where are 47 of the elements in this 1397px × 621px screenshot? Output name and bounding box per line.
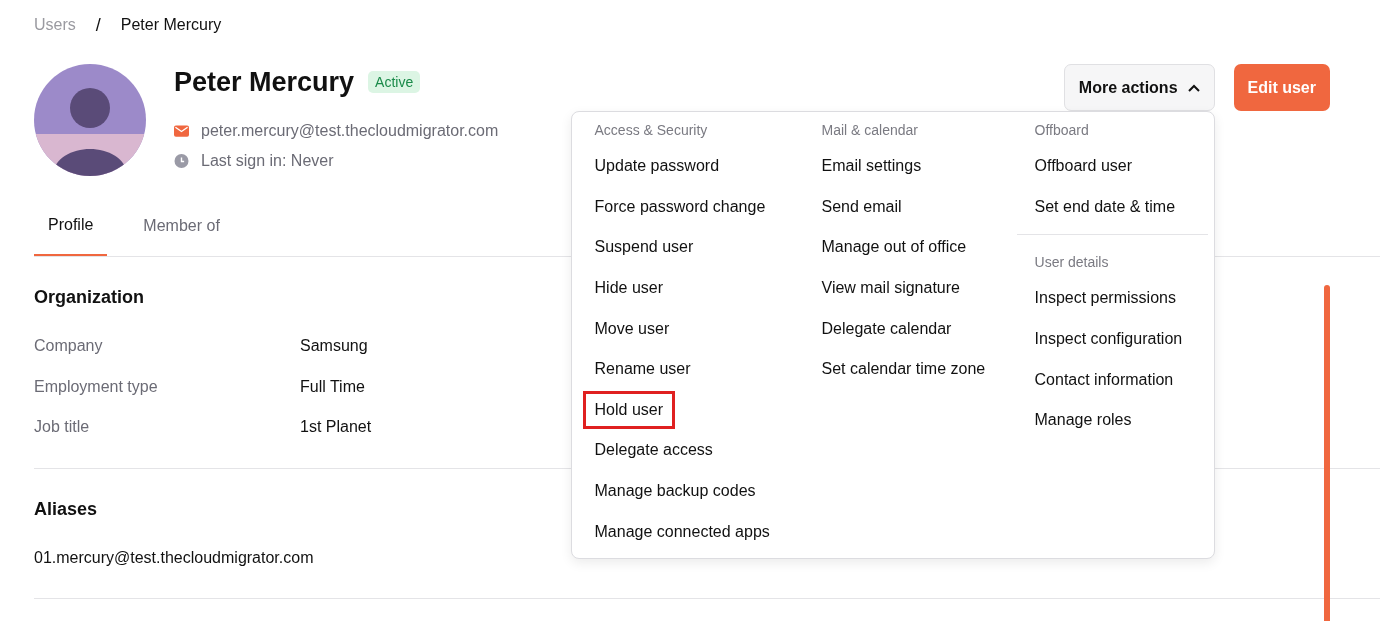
clock-icon	[174, 154, 189, 168]
menu-item[interactable]: Update password	[594, 150, 720, 183]
menu-item[interactable]: Offboard user	[1034, 150, 1133, 183]
status-badge: Active	[368, 71, 421, 93]
scrollbar[interactable]	[1324, 285, 1330, 621]
tab[interactable]: Profile	[34, 196, 108, 256]
breadcrumb-current: Peter Mercury	[120, 16, 222, 34]
section-title: Aliases	[34, 498, 98, 520]
field-value: Full Time	[300, 376, 365, 397]
menu-item[interactable]: Contact information	[1034, 363, 1174, 396]
user-name: Peter Mercury	[174, 66, 355, 98]
more-actions-button[interactable]: More actions	[1063, 64, 1215, 111]
menu-item[interactable]: Suspend user	[594, 231, 694, 264]
mail-icon	[174, 124, 189, 138]
menu-section-heading: Mail & calendar	[821, 121, 920, 140]
menu-item[interactable]: Email settings	[821, 150, 922, 183]
field-label: Employment type	[34, 376, 158, 397]
field-label: Job title	[34, 417, 90, 438]
menu-item[interactable]: Set calendar time zone	[821, 353, 986, 386]
menu-item[interactable]: Manage roles	[1034, 404, 1132, 437]
menu-section-heading: Access & Security	[594, 121, 709, 140]
menu-item[interactable]: Delegate calendar	[821, 312, 952, 345]
tab[interactable]: Member of	[129, 196, 234, 256]
field-label: Company	[34, 336, 103, 357]
menu-item[interactable]: Manage out of office	[821, 231, 967, 264]
menu-section-heading: User details	[1033, 253, 1110, 273]
menu-item[interactable]: Hold user	[585, 393, 672, 426]
breadcrumb-separator: /	[95, 14, 101, 36]
menu-item[interactable]: Manage backup codes	[594, 475, 756, 508]
field-value: 1st Planet	[300, 417, 372, 438]
menu-item[interactable]: Hide user	[594, 272, 663, 305]
menu-section-heading: Offboard	[1033, 121, 1090, 140]
menu-item[interactable]: Send email	[821, 190, 902, 223]
last-sign-in: Last sign in: Never	[201, 152, 334, 170]
menu-item[interactable]: Manage connected apps	[594, 515, 770, 548]
menu-item[interactable]: Set end date & time	[1034, 190, 1176, 223]
alias-email: 01.mercury@test.thecloudmigrator.com	[34, 547, 314, 568]
section-title: Organization	[34, 287, 144, 308]
menu-item[interactable]: Move user	[594, 312, 670, 345]
menu-item[interactable]: Delegate access	[594, 434, 713, 467]
menu-item[interactable]: Rename user	[594, 353, 691, 386]
menu-item[interactable]: Inspect permissions	[1034, 282, 1176, 315]
menu-item[interactable]: View mail signature	[821, 272, 960, 305]
user-email: peter.mercury@test.thecloudmigrator.com	[201, 122, 499, 140]
menu-item[interactable]: Force password change	[594, 190, 766, 223]
menu-item[interactable]: Inspect configuration	[1034, 323, 1183, 356]
field-value: Samsung	[300, 336, 368, 357]
